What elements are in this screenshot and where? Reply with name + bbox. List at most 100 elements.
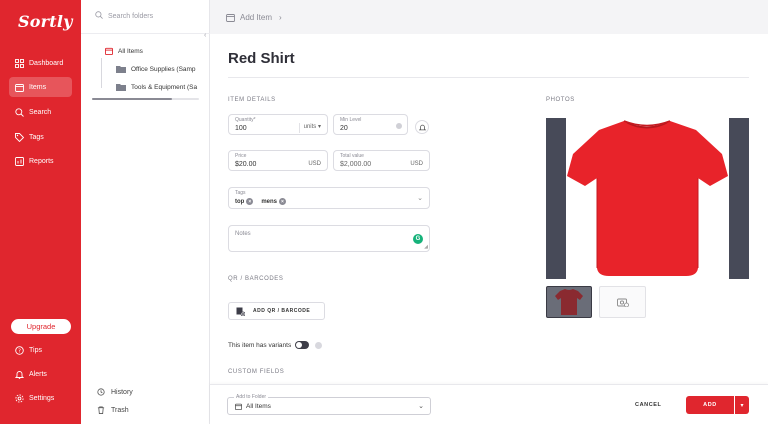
folder-search-placeholder: Search folders [108,12,154,20]
chevron-down-icon[interactable]: ⌄ [417,194,423,202]
tags-field[interactable]: Tags top × mens × ⌄ [228,187,430,209]
add-to-folder-select[interactable]: Add to Folder All Items ⌄ [227,394,431,415]
close-icon[interactable]: × [246,198,254,205]
main-content: Add Item › Red Shirt ITEM DETAILS PHOTOS… [210,0,768,424]
tag-icon [14,132,24,142]
qr-barcodes-heading: QR / BARCODES [228,276,284,282]
bell-icon [14,369,24,379]
cancel-button[interactable]: CANCEL [635,402,662,408]
sidebar-item-search[interactable]: Search [9,102,72,122]
chevron-down-icon: ▾ [740,402,744,409]
horizontal-scrollbar[interactable] [92,98,199,100]
add-button[interactable]: ADD [686,396,734,414]
field-label: Notes [235,231,251,237]
folder-icon [116,83,126,91]
sidebar-nav: Sortly Dashboard Items Search Tags Repor… [0,0,81,424]
min-level-field[interactable]: Min Level 20 [333,114,408,135]
add-photo-icon [616,298,629,307]
field-value: $20.00 [235,161,257,168]
photo-thumbnail[interactable] [546,286,592,318]
sidebar-item-alerts[interactable]: Alerts [9,364,72,384]
items-icon [105,47,113,55]
notes-field[interactable]: Notes G ◢ [228,225,430,252]
field-label: Tags [235,190,246,196]
field-label: Total value [340,153,364,159]
help-icon[interactable] [315,341,323,349]
barcode-icon [236,307,245,316]
dashboard-icon [14,58,24,68]
folder-label: Office Supplies (Samp [131,65,196,73]
folder-tree-item[interactable]: Office Supplies (Samp [116,65,196,73]
chevron-down-icon: ⌄ [418,403,424,410]
top-bar: Add Item › [210,0,768,34]
item-details-heading: ITEM DETAILS [228,97,276,103]
sidebar-item-tags[interactable]: Tags [9,127,72,147]
price-field[interactable]: Price $20.00 USD [228,150,328,171]
currency-label: USD [308,161,321,167]
add-barcode-button[interactable]: ADD QR / BARCODE [228,302,325,320]
unit-selector[interactable]: units ▾ [298,123,321,133]
unit-label: units [303,124,317,130]
folder-tree-root[interactable]: All Items [105,47,143,55]
currency-label: USD [410,161,423,167]
breadcrumb: Add Item › [226,13,282,22]
tag-chip[interactable]: mens × [261,198,287,205]
tips-icon: ? [14,345,24,355]
close-icon[interactable]: × [279,198,287,205]
sidebar-item-label: Search [29,108,52,116]
alert-bell-button[interactable] [415,120,429,134]
folder-search[interactable]: Search folders [95,11,153,21]
sidebar-item-reports[interactable]: Reports [9,151,72,171]
sidebar-item-settings[interactable]: Settings [9,388,72,408]
info-icon [396,123,402,129]
history-label: History [111,388,133,396]
folder-panel: Search folders ‹ All Items Office Suppli… [81,0,210,424]
field-label: Price [235,153,247,159]
sidebar-item-dashboard[interactable]: Dashboard [9,53,72,73]
field-label: Add to Folder [234,394,269,400]
divider [81,33,210,34]
upgrade-button[interactable]: Upgrade [11,319,71,334]
collapse-panel-icon[interactable]: ‹ [204,32,206,39]
items-icon [14,82,24,92]
search-icon [95,11,103,21]
search-icon [14,107,24,117]
item-name-title[interactable]: Red Shirt [228,50,295,67]
folder-tree-item[interactable]: Tools & Equipment (Sa [116,83,197,91]
trash-label: Trash [111,406,129,414]
sidebar-item-tips[interactable]: ? Tips [9,340,72,360]
tag-chip[interactable]: top × [235,198,254,205]
tag-list: top × mens × [235,198,294,205]
sidebar-item-label: Tags [29,133,44,141]
sidebar-item-label: Tips [29,346,42,354]
resize-handle-icon[interactable]: ◢ [424,244,428,250]
svg-text:?: ? [18,348,21,354]
history-link[interactable]: History [97,388,133,396]
gear-icon [14,393,24,403]
custom-fields-heading: CUSTOM FIELDS [228,369,285,375]
sidebar-item-items[interactable]: Items [9,77,72,97]
folder-icon [116,65,126,73]
divider [228,77,749,78]
calendar-icon [226,13,235,22]
add-options-dropdown[interactable]: ▾ [735,396,749,414]
add-photo-button[interactable] [599,286,646,318]
field-label: Min Level [340,117,362,123]
folder-selected: All Items [235,403,271,410]
add-barcode-label: ADD QR / BARCODE [253,308,311,314]
sidebar-item-label: Reports [29,157,54,165]
tree-line [101,58,102,88]
field-value: 100 [235,125,247,132]
red-shirt-image [567,120,728,276]
bell-icon [418,124,426,130]
quantity-field[interactable]: Quantity* 100 units ▾ [228,114,328,135]
main-photo[interactable] [546,118,749,279]
red-shirt-thumbnail-image [555,289,583,315]
variants-row: This item has variants [228,341,323,349]
grammarly-icon[interactable]: G [413,234,423,244]
items-icon [235,403,242,410]
logo: Sortly [18,12,73,31]
total-value-field[interactable]: Total value $2,000.00 USD [333,150,430,171]
trash-link[interactable]: Trash [97,406,129,414]
variants-toggle[interactable] [295,341,310,349]
